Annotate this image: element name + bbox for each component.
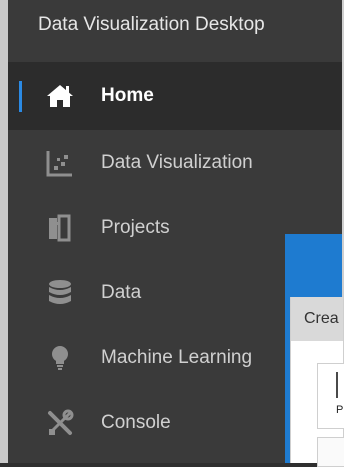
dialog-body: P [291, 341, 344, 467]
dialog-option-card[interactable]: P [317, 363, 344, 429]
create-dialog: Crea P [290, 297, 344, 467]
home-icon [45, 81, 75, 111]
sidebar-item-label: Console [101, 411, 171, 433]
sidebar-item-home[interactable]: Home [8, 62, 342, 130]
active-indicator [19, 81, 22, 112]
sidebar-item-data-visualization[interactable]: Data Visualization [8, 130, 342, 195]
sidebar-item-label: Machine Learning [101, 346, 253, 368]
scatter-chart-icon [45, 148, 75, 178]
app-title: Data Visualization Desktop [8, 0, 342, 62]
card-label: P [336, 404, 344, 416]
wrench-screwdriver-icon [45, 408, 75, 438]
projects-icon [45, 213, 75, 243]
window-edge-left [0, 0, 8, 463]
sidebar-item-label: Home [101, 85, 154, 106]
sidebar-item-label: Data [101, 281, 142, 303]
sidebar-item-label: Projects [101, 216, 170, 238]
card-icon [336, 372, 338, 398]
database-icon [45, 278, 75, 308]
lightbulb-icon [45, 343, 75, 373]
dialog-title: Crea [291, 297, 343, 341]
sidebar-item-label: Data Visualization [101, 151, 253, 173]
